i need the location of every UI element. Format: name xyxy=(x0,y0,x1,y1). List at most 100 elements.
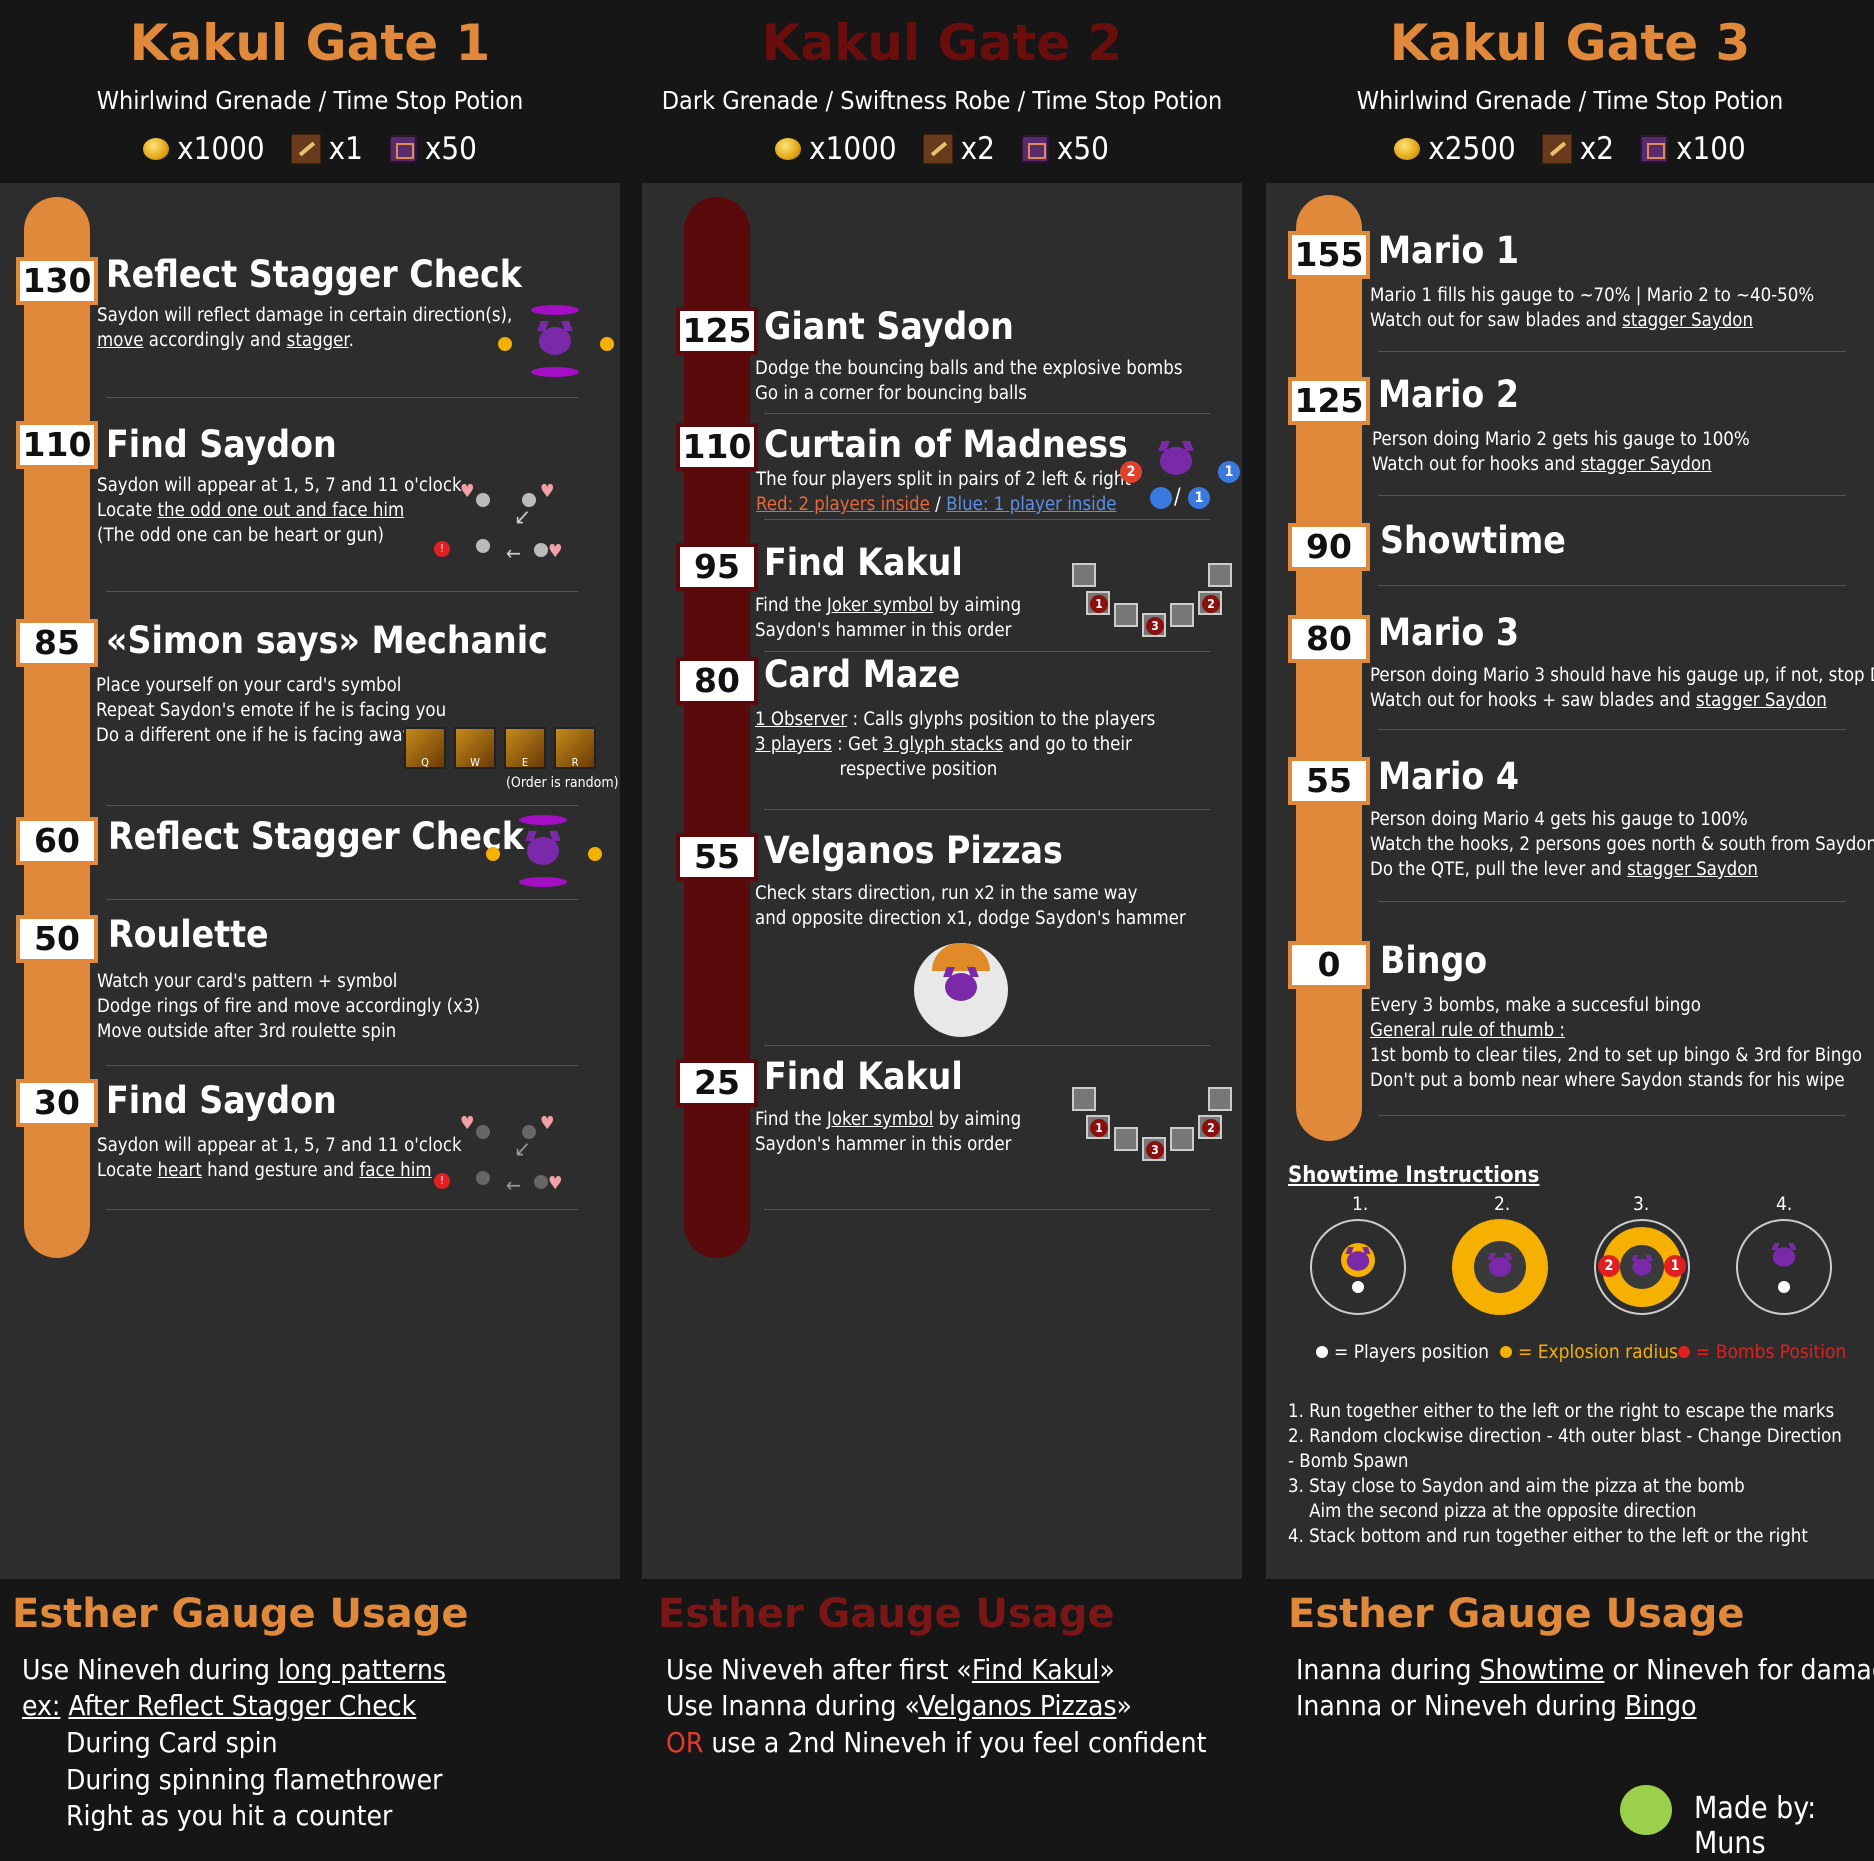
hp-badge: 125 xyxy=(1288,377,1370,425)
gate3-timeline-bar xyxy=(1296,195,1362,1141)
esther-line: Inanna or Nineveh during Bingo xyxy=(1296,1689,1697,1722)
legend-players: = Players position xyxy=(1316,1341,1489,1363)
showtime-step1-diagram xyxy=(1310,1219,1406,1315)
separator xyxy=(106,1209,578,1210)
gate2-rewards: x1000 x2 x50 xyxy=(642,131,1242,167)
separator xyxy=(764,809,1210,810)
scroll-icon xyxy=(1020,135,1049,163)
gate2-title: Kakul Gate 2 xyxy=(761,14,1123,72)
esther-title: Esther Gauge Usage xyxy=(1288,1591,1745,1637)
mechanic-desc: Saydon will reflect damage in certain di… xyxy=(97,305,513,351)
mechanic-desc: Mario 1 fills his gauge to ~70% | Mario … xyxy=(1370,285,1815,331)
esther-line: Use Niveveh after first «Find Kakul» xyxy=(666,1653,1115,1686)
order-note: (Order is random) xyxy=(506,775,619,791)
showtime-title: Showtime Instructions xyxy=(1288,1163,1540,1188)
gate3-subtitle: Whirlwind Grenade / Time Stop Potion xyxy=(1356,86,1784,115)
gate3-esther: Esther Gauge Usage Inanna during Showtim… xyxy=(1266,1579,1874,1861)
legend-explosion: = Explosion radius xyxy=(1500,1341,1678,1363)
glyph-order-icon: 1 3 2 xyxy=(1072,1087,1232,1167)
separator xyxy=(1378,729,1846,730)
separator xyxy=(1378,351,1846,352)
mechanic-title: Roulette xyxy=(108,913,269,956)
gate1-esther: Esther Gauge Usage Use Nineveh during lo… xyxy=(0,1579,620,1838)
curtain-madness-icon: 2 1 / 1 xyxy=(1120,441,1242,521)
mechanic-desc: Person doing Mario 4 gets his gauge to 1… xyxy=(1370,809,1874,880)
mechanic-title: Find Saydon xyxy=(106,423,337,466)
gold-amount: x2500 xyxy=(1428,131,1516,167)
hammer-icon xyxy=(922,134,953,164)
scroll-amount: x50 xyxy=(424,131,477,167)
mechanic-desc: Watch your card's pattern + symbol Dodge … xyxy=(97,971,481,1042)
mechanic-title: Showtime xyxy=(1380,519,1566,562)
esther-line: Right as you hit a counter xyxy=(66,1799,393,1832)
showtime-step3-diagram: 2 1 xyxy=(1594,1219,1690,1315)
mechanic-desc: Person doing Mario 2 gets his gauge to 1… xyxy=(1372,429,1750,475)
separator xyxy=(1378,1115,1846,1116)
mechanic-desc: Saydon will appear at 1, 5, 7 and 11 o'c… xyxy=(97,475,462,546)
separator xyxy=(106,899,578,900)
gate2-subtitle: Dark Grenade / Swiftness Robe / Time Sto… xyxy=(661,86,1223,115)
step-label: 2. xyxy=(1494,1193,1511,1215)
esther-line: Use Nineveh during long patterns xyxy=(22,1653,447,1686)
esther-line: ex: After Reflect Stagger Check xyxy=(22,1689,417,1722)
esther-line: OR use a 2nd Nineveh if you feel confide… xyxy=(666,1726,1207,1759)
separator xyxy=(1378,901,1846,902)
gold-icon xyxy=(775,138,802,160)
scroll-amount: x100 xyxy=(1675,131,1746,167)
mechanic-desc: Find the Joker symbol by aiming Saydon's … xyxy=(755,1109,1022,1155)
skill-cards: QWER xyxy=(396,727,622,775)
esther-line: Use Inanna during «Velganos Pizzas» xyxy=(666,1689,1132,1722)
separator xyxy=(764,1045,1210,1046)
hp-badge: 130 xyxy=(16,257,98,305)
hammer-icon xyxy=(1541,134,1572,164)
scroll-icon xyxy=(1639,135,1668,163)
hp-badge: 110 xyxy=(16,421,98,469)
mechanic-title: «Simon says» Mechanic xyxy=(106,619,548,662)
hp-badge: 25 xyxy=(676,1059,758,1107)
mechanic-desc: Every 3 bombs, make a succesful bingo Gen… xyxy=(1370,995,1863,1091)
hp-badge: 90 xyxy=(1288,523,1370,571)
mechanic-title: Card Maze xyxy=(764,653,961,696)
gate1-title: Kakul Gate 1 xyxy=(129,14,491,72)
showtime-step4-diagram xyxy=(1736,1219,1832,1315)
step-label: 1. xyxy=(1352,1193,1369,1215)
showtime-instructions: 1. Run together either to the left or th… xyxy=(1288,1401,1842,1547)
mechanic-desc: Check stars direction, run x2 in the sam… xyxy=(755,883,1186,929)
mechanic-title: Reflect Stagger Check xyxy=(108,815,524,858)
hp-badge: 55 xyxy=(676,833,758,881)
separator xyxy=(1378,495,1846,496)
hp-badge: 80 xyxy=(1288,615,1370,663)
hammer-icon xyxy=(290,134,321,164)
hammer-amount: x2 xyxy=(1579,131,1614,167)
skill-card-icon: R xyxy=(554,727,596,769)
skill-card-icon: E xyxy=(504,727,546,769)
hammer-amount: x1 xyxy=(328,131,363,167)
skill-card-icon: W xyxy=(454,727,496,769)
mechanic-title: Mario 3 xyxy=(1378,611,1520,654)
gold-amount: x1000 xyxy=(809,131,897,167)
gate3-title: Kakul Gate 3 xyxy=(1389,14,1751,72)
hp-badge: 30 xyxy=(16,1079,98,1127)
velganos-pizza-icon xyxy=(914,943,1008,1037)
separator xyxy=(106,591,578,592)
legend-bombs: = Bombs Position xyxy=(1678,1341,1846,1363)
gold-icon xyxy=(1394,138,1421,160)
mechanic-title: Velganos Pizzas xyxy=(764,829,1063,872)
hp-badge: 55 xyxy=(1288,757,1370,805)
mechanic-title: Find Kakul xyxy=(764,1055,963,1098)
mechanic-title: Mario 2 xyxy=(1378,373,1520,416)
mechanic-desc: The four players split in pairs of 2 lef… xyxy=(756,469,1131,515)
mechanic-desc: Find the Joker symbol by aiming Saydon's … xyxy=(755,595,1022,641)
glyph-order-icon: 1 3 2 xyxy=(1072,563,1232,643)
hp-badge: 95 xyxy=(676,543,758,591)
hp-badge: 50 xyxy=(16,915,98,963)
esther-title: Esther Gauge Usage xyxy=(658,1591,1115,1637)
clock-positions-icon: ♥ ♥ ↙ ! ← ♥ xyxy=(430,473,570,571)
separator xyxy=(106,805,578,806)
step-label: 4. xyxy=(1776,1193,1793,1215)
mechanic-title: Reflect Stagger Check xyxy=(106,253,522,296)
hp-badge: 85 xyxy=(16,619,98,667)
separator xyxy=(764,519,1210,520)
separator xyxy=(106,397,578,398)
hp-badge: 110 xyxy=(676,423,758,471)
